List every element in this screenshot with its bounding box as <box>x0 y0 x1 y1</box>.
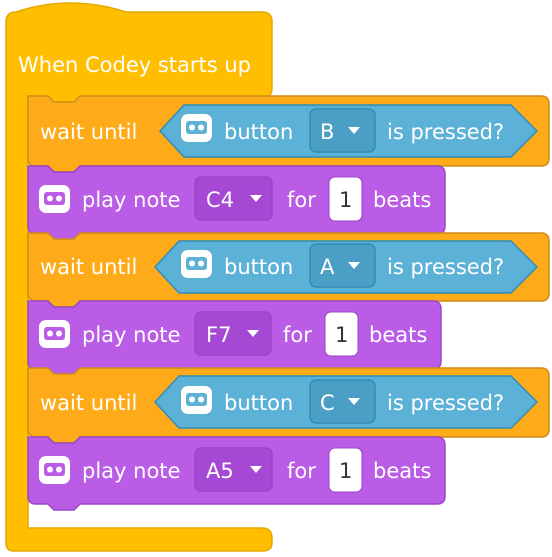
button-dropdown-value: B <box>320 120 334 144</box>
button-pressed-sensor[interactable]: button C is pressed? <box>153 375 539 429</box>
for-label: for <box>287 188 316 212</box>
beats-input-value: 1 <box>335 323 348 347</box>
note-dropdown-value: A5 <box>206 459 234 483</box>
is-pressed-label: is pressed? <box>387 120 504 144</box>
is-pressed-label: is pressed? <box>387 391 504 415</box>
codey-robot-icon <box>39 320 70 348</box>
button-pressed-sensor[interactable]: button B is pressed? <box>158 104 539 158</box>
note-dropdown[interactable]: C4 <box>194 176 273 221</box>
beats-label: beats <box>369 323 427 347</box>
button-dropdown-value: A <box>320 255 335 279</box>
play-note-label: play note <box>82 323 180 347</box>
button-dropdown[interactable]: B <box>309 108 376 153</box>
codey-robot-icon <box>39 185 70 213</box>
button-pressed-sensor[interactable]: button A is pressed? <box>153 240 539 294</box>
wait-until-block[interactable]: wait until button C is pressed? <box>27 367 550 444</box>
note-dropdown-value: F7 <box>206 323 231 347</box>
beats-label: beats <box>373 188 431 212</box>
codey-robot-icon <box>181 114 212 142</box>
button-label: button <box>224 120 293 144</box>
button-dropdown[interactable]: A <box>309 243 376 288</box>
note-dropdown[interactable]: A5 <box>194 447 273 492</box>
play-note-label: play note <box>82 459 180 483</box>
wait-until-label: wait until <box>40 120 137 144</box>
wait-until-block[interactable]: wait until button A is pressed? <box>27 232 550 308</box>
code-canvas: When Codey starts up wait until button B… <box>5 2 550 552</box>
beats-input[interactable]: 1 <box>328 176 363 222</box>
hat-block-label: When Codey starts up <box>18 53 251 77</box>
codey-robot-icon <box>181 386 212 414</box>
play-note-block[interactable]: play note F7 for 1 beats <box>27 300 442 376</box>
play-note-block[interactable]: play note A5 for 1 beats <box>27 436 446 511</box>
is-pressed-label: is pressed? <box>387 255 504 279</box>
button-label: button <box>224 391 293 415</box>
button-dropdown[interactable]: C <box>309 379 376 424</box>
beats-label: beats <box>373 459 431 483</box>
button-dropdown-value: C <box>320 391 335 415</box>
wait-until-label: wait until <box>40 391 137 415</box>
button-label: button <box>224 255 293 279</box>
for-label: for <box>287 459 316 483</box>
wait-until-block[interactable]: wait until button B is pressed? <box>27 95 550 173</box>
note-dropdown[interactable]: F7 <box>194 311 272 356</box>
play-note-block[interactable]: play note C4 for 1 beats <box>27 165 446 241</box>
beats-input-value: 1 <box>339 188 352 212</box>
codey-robot-icon <box>39 456 70 484</box>
note-dropdown-value: C4 <box>206 188 234 212</box>
beats-input[interactable]: 1 <box>328 447 363 493</box>
for-label: for <box>283 323 312 347</box>
beats-input[interactable]: 1 <box>324 311 359 357</box>
codey-robot-icon <box>181 250 212 278</box>
beats-input-value: 1 <box>339 459 352 483</box>
wait-until-label: wait until <box>40 255 137 279</box>
play-note-label: play note <box>82 188 180 212</box>
